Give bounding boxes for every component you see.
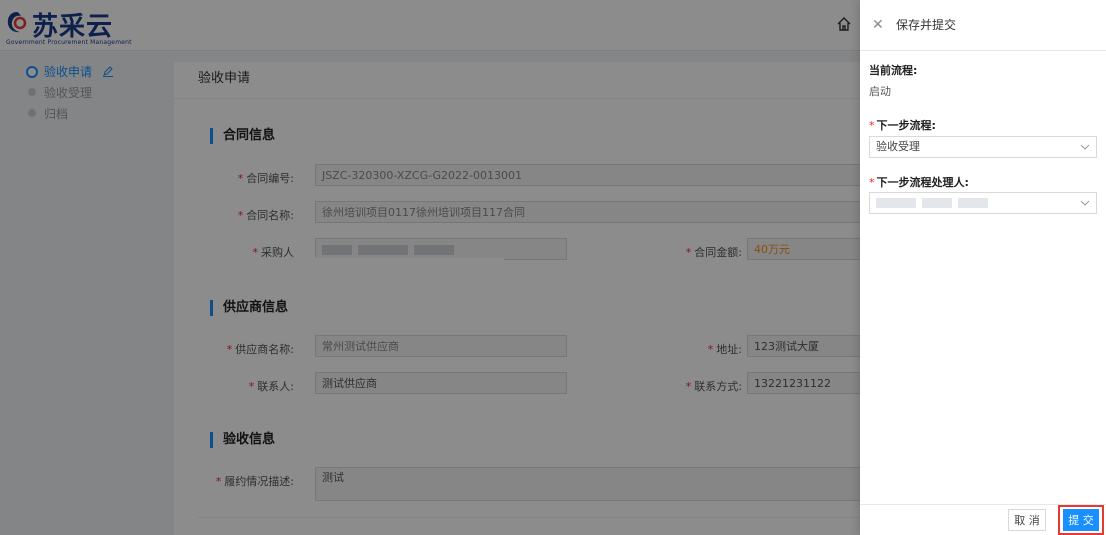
next-process-value: 验收受理: [876, 140, 920, 153]
drawer-footer: 取 消 提 交: [860, 504, 1106, 535]
modal-mask[interactable]: [0, 0, 860, 535]
next-process-select[interactable]: 验收受理: [869, 136, 1097, 158]
redacted-text: [958, 198, 988, 208]
close-icon[interactable]: ✕: [872, 0, 886, 50]
chevron-down-icon: [1080, 144, 1090, 150]
cancel-button[interactable]: 取 消: [1008, 509, 1046, 531]
next-process-label: * 下一步流程:: [869, 119, 936, 132]
submit-highlight-box: [1058, 505, 1104, 535]
drawer-title: 保存并提交: [896, 18, 957, 32]
submit-drawer: ✕ 保存并提交 当前流程: 启动 * 下一步流程: 验收受理 * 下一步流程处理人: …: [860, 0, 1106, 535]
current-process-value: 启动: [869, 85, 891, 98]
drawer-header: ✕ 保存并提交: [860, 0, 1106, 51]
next-handler-label: * 下一步流程处理人:: [869, 176, 969, 189]
redacted-text: [876, 198, 916, 208]
next-handler-select[interactable]: [869, 192, 1097, 214]
current-process-label: 当前流程:: [869, 64, 918, 77]
redacted-text: [922, 198, 952, 208]
chevron-down-icon: [1080, 200, 1090, 206]
